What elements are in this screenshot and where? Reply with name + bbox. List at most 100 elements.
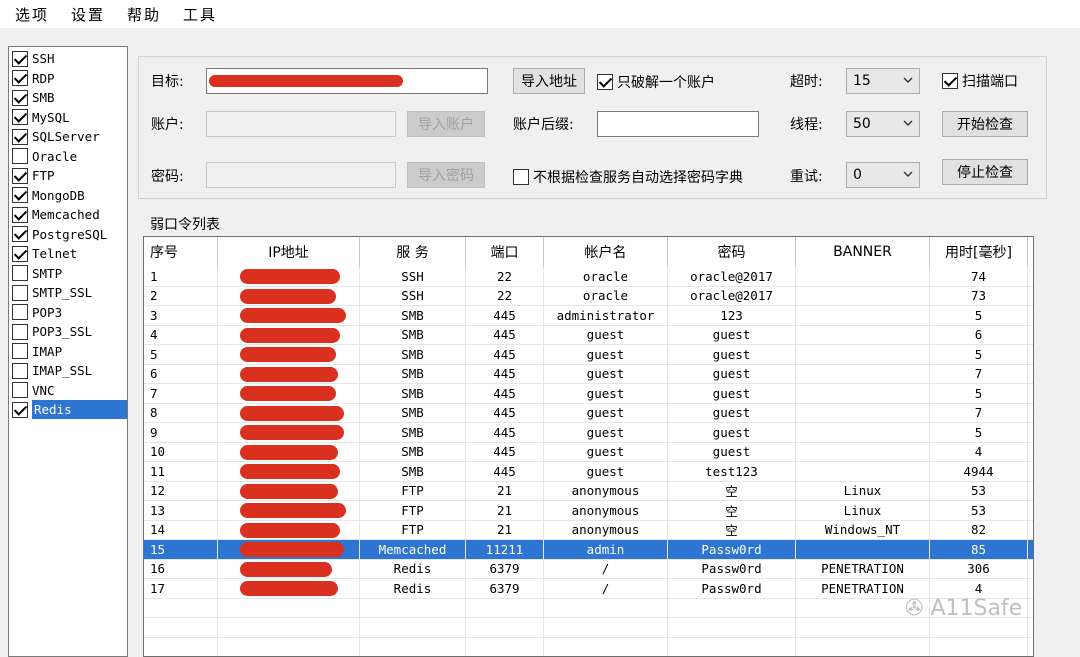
table-cell: SMB: [360, 423, 466, 442]
column-header[interactable]: 密码: [668, 237, 796, 267]
service-checkbox[interactable]: [12, 226, 28, 243]
import-password-button[interactable]: 导入密码: [407, 162, 485, 188]
service-item[interactable]: IMAP: [9, 342, 127, 362]
retry-select[interactable]: 0: [846, 162, 920, 188]
timeout-select[interactable]: 15: [846, 68, 920, 94]
no-auto-dict-option[interactable]: 不根据检查服务自动选择密码字典: [513, 167, 743, 187]
service-label: SMB: [32, 90, 55, 106]
menu-tools[interactable]: 工具: [174, 4, 226, 25]
no-auto-dict-checkbox[interactable]: [513, 169, 529, 185]
menu-settings[interactable]: 设置: [62, 4, 114, 25]
service-item[interactable]: SMB: [9, 88, 127, 108]
table-row[interactable]: 12 FTP 21 anonymous 空 Linux 53: [144, 481, 1033, 501]
table-row[interactable]: 1 SSH 22 oracle oracle@2017 74: [144, 267, 1033, 287]
table-row[interactable]: 14 FTP 21 anonymous 空 Windows_NT 82: [144, 520, 1033, 540]
target-input[interactable]: [206, 68, 488, 94]
service-item[interactable]: Telnet: [9, 244, 127, 264]
table-row[interactable]: 3 SMB 445 administrator 123 5: [144, 306, 1033, 326]
service-item[interactable]: POP3: [9, 303, 127, 323]
service-checkbox[interactable]: [12, 362, 28, 379]
retry-label: 重试:: [790, 169, 823, 185]
service-checkbox[interactable]: [12, 382, 28, 399]
menu-options[interactable]: 选项: [6, 4, 58, 25]
service-item[interactable]: Oracle: [9, 147, 127, 167]
service-checkbox[interactable]: [12, 167, 28, 184]
service-checkbox[interactable]: [12, 265, 28, 282]
service-checkbox[interactable]: [12, 70, 28, 87]
service-item[interactable]: PostgreSQL: [9, 225, 127, 245]
column-header[interactable]: 服 务: [360, 237, 466, 267]
table-cell: Windows_NT: [796, 520, 930, 539]
service-checklist[interactable]: SSH RDP SMB MySQL SQLServer Oracle FTP MongoDB M…: [8, 46, 128, 657]
table-row[interactable]: 4 SMB 445 guest guest 6: [144, 325, 1033, 345]
service-item[interactable]: RDP: [9, 69, 127, 89]
stop-check-button[interactable]: 停止检查: [942, 159, 1028, 185]
service-checkbox[interactable]: [12, 187, 28, 204]
service-checkbox[interactable]: [12, 284, 28, 301]
service-item[interactable]: Redis: [9, 400, 127, 420]
service-item[interactable]: SMTP_SSL: [9, 283, 127, 303]
column-header[interactable]: 序号: [144, 237, 218, 267]
service-item[interactable]: IMAP_SSL: [9, 361, 127, 381]
table-row[interactable]: 15 Memcached 11211 admin Passw0rd 85: [144, 540, 1033, 560]
column-header[interactable]: 帐户名: [544, 237, 668, 267]
service-item[interactable]: VNC: [9, 381, 127, 401]
service-checkbox[interactable]: [12, 148, 28, 165]
only-one-account-option[interactable]: 只破解一个账户: [597, 72, 715, 92]
service-item[interactable]: SMTP: [9, 264, 127, 284]
threads-select[interactable]: 50: [846, 111, 920, 137]
scan-port-option[interactable]: 扫描端口: [942, 71, 1018, 91]
service-checkbox[interactable]: [12, 206, 28, 223]
service-checkbox[interactable]: [12, 109, 28, 126]
service-item[interactable]: Memcached: [9, 205, 127, 225]
column-header[interactable]: 用时[毫秒]: [930, 237, 1028, 267]
table-row[interactable]: 16 Redis 6379/Passw0rd PENETRATION 306: [144, 559, 1033, 579]
column-header[interactable]: IP地址: [218, 237, 360, 267]
service-checkbox[interactable]: [12, 50, 28, 67]
weak-password-table[interactable]: 序号 IP地址服 务端口 帐户名 密码 BANNER 用时[毫秒] 1 SSH 22 oracl…: [143, 236, 1034, 657]
table-cell: 4944: [930, 462, 1028, 481]
table-cell: [218, 618, 360, 637]
table-cell: guest: [668, 403, 796, 422]
service-checkbox[interactable]: [12, 304, 28, 321]
import-address-button[interactable]: 导入地址: [513, 68, 585, 94]
service-item[interactable]: SQLServer: [9, 127, 127, 147]
start-check-button[interactable]: 开始检查: [942, 111, 1028, 137]
import-account-button[interactable]: 导入账户: [407, 111, 485, 137]
table-row[interactable]: 7 SMB 445 guest guest 5: [144, 384, 1033, 404]
account-suffix-input[interactable]: [597, 111, 759, 137]
table-cell: oracle@2017: [668, 267, 796, 286]
menu-help[interactable]: 帮助: [118, 4, 170, 25]
service-checkbox[interactable]: [12, 245, 28, 262]
column-header[interactable]: BANNER: [796, 237, 930, 267]
table-row[interactable]: 8 SMB 445 guest guest 7: [144, 403, 1033, 423]
service-item[interactable]: POP3_SSL: [9, 322, 127, 342]
table-row[interactable]: 5 SMB 445 guest guest 5: [144, 345, 1033, 365]
account-input[interactable]: [206, 111, 396, 137]
column-header[interactable]: 端口: [466, 237, 544, 267]
service-checkbox[interactable]: [12, 401, 28, 418]
service-item[interactable]: MongoDB: [9, 186, 127, 206]
table-row[interactable]: 9 SMB 445 guest guest 5: [144, 423, 1033, 443]
service-item[interactable]: MySQL: [9, 108, 127, 128]
table-cell: [144, 618, 218, 637]
service-checkbox[interactable]: [12, 323, 28, 340]
service-checkbox[interactable]: [12, 128, 28, 145]
table-cell: guest: [668, 442, 796, 461]
only-one-account-checkbox[interactable]: [597, 74, 613, 90]
table-row[interactable]: 11 SMB 445 guest test123 4944: [144, 462, 1033, 482]
password-input[interactable]: [206, 162, 396, 188]
table-row[interactable]: 17 Redis 6379/Passw0rd PENETRATION 4: [144, 579, 1033, 599]
scan-port-checkbox[interactable]: [942, 73, 958, 89]
service-checkbox[interactable]: [12, 343, 28, 360]
table-row[interactable]: 10 SMB 445 guest guest 4: [144, 442, 1033, 462]
table-row[interactable]: 6 SMB 445 guest guest 7: [144, 364, 1033, 384]
table-cell: [466, 618, 544, 637]
service-checkbox[interactable]: [12, 89, 28, 106]
service-item[interactable]: FTP: [9, 166, 127, 186]
table-row[interactable]: 13 FTP 21 anonymous 空 Linux 53: [144, 501, 1033, 521]
table-cell: 4: [930, 442, 1028, 461]
table-row[interactable]: 2 SSH 22 oracle oracle@2017 73: [144, 286, 1033, 306]
service-item[interactable]: SSH: [9, 49, 127, 69]
table-cell: [218, 345, 360, 364]
